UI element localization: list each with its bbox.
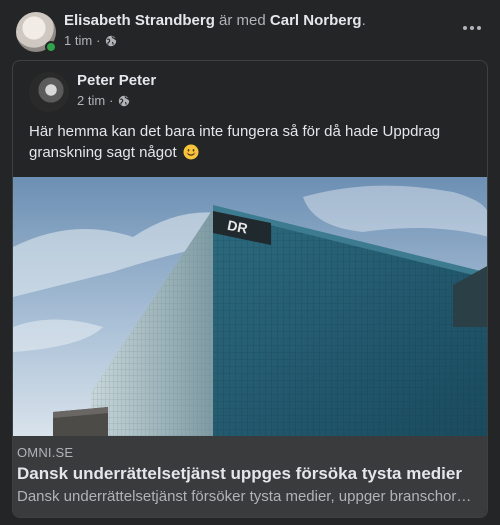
post-header: Elisabeth Strandberg är med Carl Norberg…	[16, 12, 486, 54]
header-period: .	[361, 12, 366, 29]
meta-separator: ·	[96, 33, 101, 48]
smiling-face-emoji	[183, 144, 199, 160]
shared-post-body: Här hemma kan det bara inte fungera så f…	[29, 123, 441, 161]
shared-post[interactable]: Peter Peter 2 tim · Här hemma kan det ba…	[12, 60, 488, 518]
more-options-icon[interactable]	[458, 18, 486, 38]
author-name-link[interactable]: Elisabeth Strandberg	[64, 12, 215, 29]
shared-post-timestamp[interactable]: 2 tim	[77, 93, 105, 108]
link-domain: OMNI.SE	[17, 445, 74, 460]
post-meta: 1 tim ·	[64, 33, 117, 48]
shared-post-meta: 2 tim ·	[77, 93, 130, 108]
link-title[interactable]: Dansk underrättelsetjänst uppges försöka…	[17, 464, 462, 484]
link-preview-image[interactable]: DR	[13, 177, 487, 436]
online-status-icon	[45, 41, 57, 53]
shared-author-avatar[interactable]	[29, 72, 69, 112]
tagged-name-link[interactable]: Carl Norberg	[270, 12, 362, 29]
post-card: Elisabeth Strandberg är med Carl Norberg…	[0, 0, 500, 525]
link-description: Dansk underrättelsetjänst försöker tysta…	[17, 488, 472, 505]
globe-icon[interactable]	[105, 35, 117, 47]
post-header-title: Elisabeth Strandberg är med Carl Norberg…	[64, 12, 366, 29]
link-preview-meta[interactable]: OMNI.SE Dansk underrättelsetjänst uppges…	[13, 436, 487, 517]
globe-icon[interactable]	[118, 95, 130, 107]
shared-meta-separator: ·	[109, 93, 114, 108]
author-avatar[interactable]	[16, 12, 57, 53]
shared-post-text: Här hemma kan det bara inte fungera så f…	[29, 121, 469, 163]
shared-author-name-link[interactable]: Peter Peter	[77, 72, 156, 89]
shared-post-header: Peter Peter 2 tim ·	[29, 72, 469, 112]
with-text: är med	[219, 12, 266, 29]
post-timestamp[interactable]: 1 tim	[64, 33, 92, 48]
